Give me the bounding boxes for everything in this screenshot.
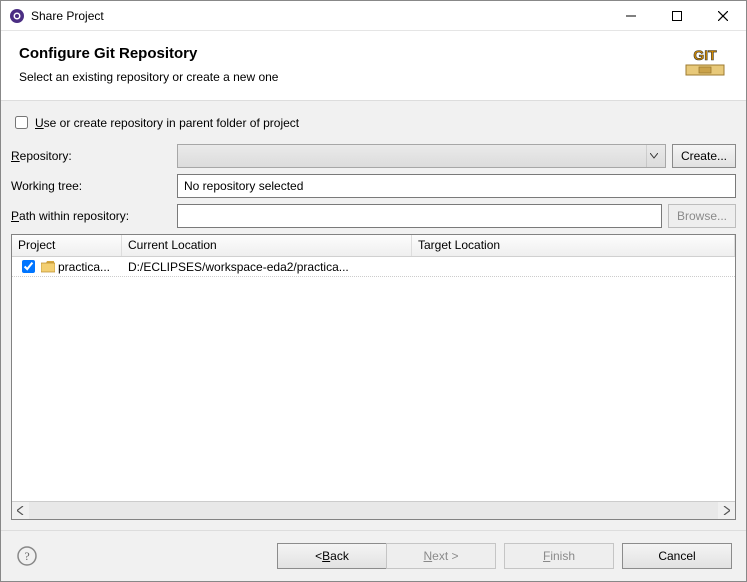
svg-text:GIT: GIT xyxy=(693,47,717,63)
finish-button: Finish xyxy=(504,543,614,569)
project-current-location: D:/ECLIPSES/workspace-eda2/practica... xyxy=(122,260,412,274)
app-icon xyxy=(9,8,25,24)
titlebar: Share Project xyxy=(1,1,746,31)
git-icon: GIT xyxy=(682,45,728,81)
col-project[interactable]: Project xyxy=(12,235,122,256)
table-body: practica... D:/ECLIPSES/workspace-eda2/p… xyxy=(12,257,735,501)
horizontal-scrollbar[interactable] xyxy=(12,501,735,519)
repository-label: Repository: xyxy=(11,149,171,163)
path-within-repo-label: Path within repository: xyxy=(11,209,171,223)
use-parent-folder-label: Use or create repository in parent folde… xyxy=(35,116,299,130)
table-row[interactable]: practica... D:/ECLIPSES/workspace-eda2/p… xyxy=(12,257,735,277)
scroll-right-icon[interactable] xyxy=(718,502,735,519)
page-title: Configure Git Repository xyxy=(19,45,682,62)
browse-button: Browse... xyxy=(668,204,736,228)
working-tree-label: Working tree: xyxy=(11,179,171,193)
create-button[interactable]: Create... xyxy=(672,144,736,168)
table-header: Project Current Location Target Location xyxy=(12,235,735,257)
minimize-button[interactable] xyxy=(608,1,654,31)
use-parent-folder-checkbox[interactable]: Use or create repository in parent folde… xyxy=(11,113,736,132)
working-tree-value: No repository selected xyxy=(177,174,736,198)
wizard-header: Configure Git Repository Select an exist… xyxy=(1,31,746,101)
scrollbar-track[interactable] xyxy=(29,502,718,519)
col-current-location[interactable]: Current Location xyxy=(122,235,412,256)
project-row-checkbox[interactable] xyxy=(22,260,35,273)
cancel-button[interactable]: Cancel xyxy=(622,543,732,569)
scroll-left-icon[interactable] xyxy=(12,502,29,519)
wizard-footer: ? < Back Next > Finish Cancel xyxy=(1,530,746,581)
use-parent-folder-input[interactable] xyxy=(15,116,28,129)
window-title: Share Project xyxy=(31,9,104,23)
back-button[interactable]: < Back xyxy=(277,543,387,569)
chevron-down-icon xyxy=(646,145,662,167)
next-button: Next > xyxy=(386,543,496,569)
repository-dropdown[interactable] xyxy=(177,144,666,168)
maximize-button[interactable] xyxy=(654,1,700,31)
svg-text:?: ? xyxy=(24,549,29,563)
col-target-location[interactable]: Target Location xyxy=(412,235,735,256)
project-name: practica... xyxy=(58,260,110,274)
projects-table: Project Current Location Target Location… xyxy=(11,234,736,520)
path-within-repo-input[interactable] xyxy=(177,204,662,228)
help-button[interactable]: ? xyxy=(15,544,39,568)
page-subtitle: Select an existing repository or create … xyxy=(19,70,682,84)
content-area: Use or create repository in parent folde… xyxy=(1,101,746,530)
folder-icon xyxy=(41,261,55,273)
close-button[interactable] xyxy=(700,1,746,31)
